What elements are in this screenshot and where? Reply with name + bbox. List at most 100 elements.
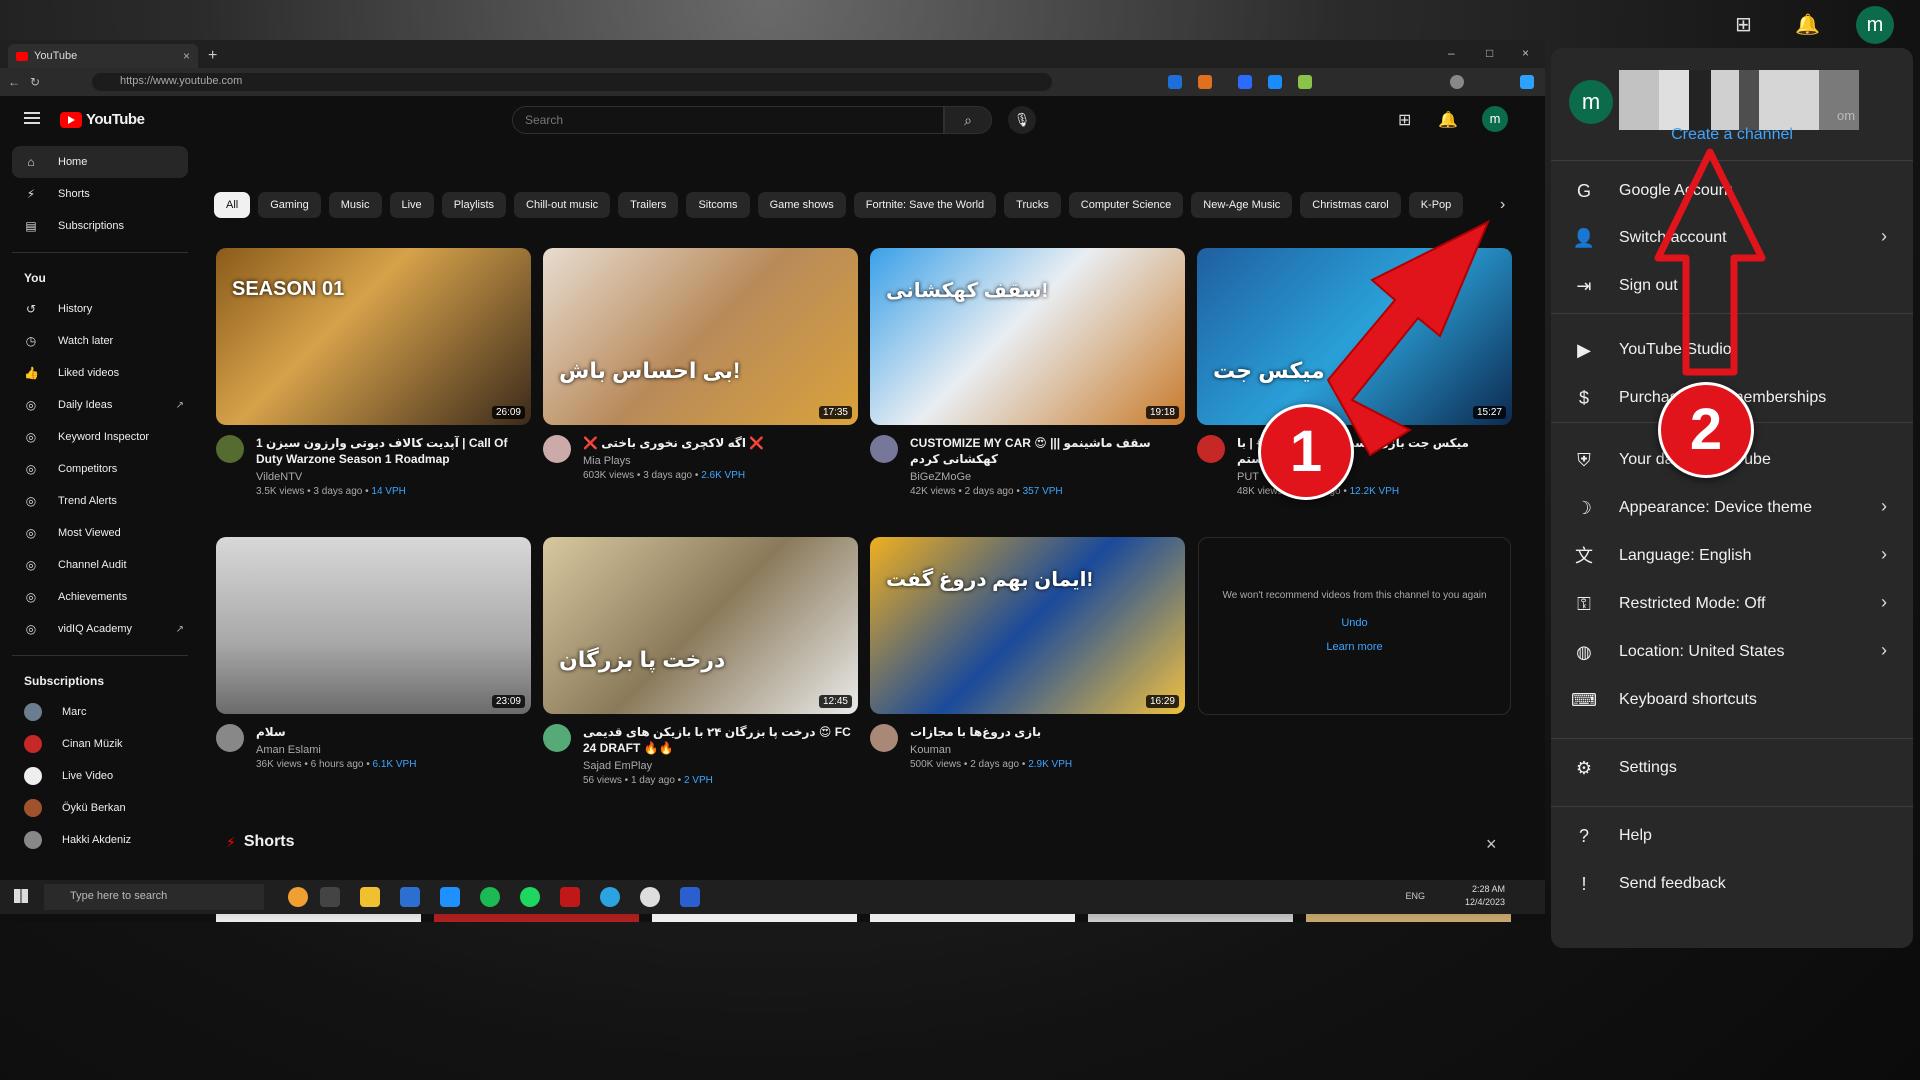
video-title[interactable]: 1 آپدیت کالاف دیوتی وارزون سیزن | Call O… — [256, 435, 531, 467]
channel-name[interactable]: Sajad EmPlay — [583, 760, 858, 772]
account-avatar-button[interactable]: m — [1856, 6, 1894, 44]
sidebar-subscription[interactable]: Öykü Berkan — [0, 792, 200, 824]
menu-icon[interactable] — [24, 112, 40, 124]
channel-name[interactable]: Aman Eslami — [256, 744, 531, 756]
media-player-icon[interactable] — [640, 887, 660, 907]
video-thumbnail[interactable]: میکس جت 15:27 — [1197, 248, 1512, 425]
close-window-button[interactable]: × — [1522, 46, 1529, 60]
channel-name[interactable]: Kouman — [910, 744, 1185, 756]
channel-avatar[interactable] — [870, 724, 898, 752]
video-thumbnail[interactable]: 23:09 — [216, 537, 531, 714]
extension-icon[interactable] — [1198, 75, 1212, 89]
video-card[interactable]: سقف کهکشانی! 19:18 CUSTOMIZE MY CAR 😍 ||| … — [870, 248, 1185, 505]
channel-name[interactable]: BiGeZMoGe — [910, 471, 1185, 483]
chip-game-shows[interactable]: Game shows — [757, 192, 846, 218]
notifications-icon[interactable]: 🔔 — [1438, 110, 1458, 130]
chip-fortnite-save-the-world[interactable]: Fortnite: Save the World — [853, 192, 997, 218]
sidebar-item-history[interactable]: ↺ History — [0, 293, 200, 325]
store-icon[interactable] — [400, 887, 420, 907]
menu-item-restricted-mode-off[interactable]: ⚿ Restricted Mode: Off › — [1551, 584, 1913, 624]
chip-computer-science[interactable]: Computer Science — [1068, 192, 1184, 218]
menu-item-sign-out[interactable]: ⇥ Sign out — [1551, 266, 1913, 306]
video-thumbnail[interactable]: ایمان بهم دروغ گفت! 16:29 — [870, 537, 1185, 714]
sidebar-item-watch-later[interactable]: ◷ Watch later — [0, 325, 200, 357]
sidebar-item-most-viewed[interactable]: ◎ Most Viewed — [0, 517, 200, 549]
video-title[interactable]: درخت پا بزرگان ۲۴ با بازیکن های قدیمی 😍 … — [583, 724, 858, 756]
close-shorts-icon[interactable]: × — [1486, 834, 1497, 855]
maximize-button[interactable]: □ — [1486, 46, 1493, 60]
chip-sitcoms[interactable]: Sitcoms — [686, 192, 750, 218]
video-card[interactable]: ایمان بهم دروغ گفت! 16:29 بازی دروغ‌ها با … — [870, 537, 1185, 794]
chip-trailers[interactable]: Trailers — [618, 192, 679, 218]
taskbar-app-icon[interactable] — [288, 887, 308, 907]
sidebar-subscription[interactable]: Live Video — [0, 760, 200, 792]
language-indicator[interactable]: ENG — [1405, 891, 1425, 901]
voice-search-button[interactable]: 🎙 — [1008, 106, 1036, 134]
windows-start-icon[interactable] — [14, 889, 28, 903]
chip-k-pop[interactable]: K-Pop — [1408, 192, 1464, 218]
menu-item-switch-account[interactable]: 👤 Switch account › — [1551, 218, 1913, 258]
taskbar-search-input[interactable]: Type here to search — [44, 884, 264, 910]
video-title[interactable]: ❌ اگه لاکچری نخوری باختی ❌ — [583, 435, 858, 451]
sidebar-item-channel-audit[interactable]: ◎ Channel Audit — [0, 549, 200, 581]
chip-playlists[interactable]: Playlists — [441, 192, 507, 218]
menu-item-appearance-device-theme[interactable]: ☽ Appearance: Device theme › — [1551, 488, 1913, 528]
chip-music[interactable]: Music — [328, 192, 382, 218]
youtube-logo[interactable]: YouTube — [60, 111, 145, 128]
menu-item-help[interactable]: ? Help — [1551, 816, 1913, 856]
video-thumbnail[interactable]: SEASON 01 26:09 — [216, 248, 531, 425]
undo-link[interactable]: Undo — [1199, 617, 1510, 629]
sidebar-item-competitors[interactable]: ◎ Competitors — [0, 453, 200, 485]
video-thumbnail[interactable]: سقف کهکشانی! 19:18 — [870, 248, 1185, 425]
menu-item-send-feedback[interactable]: ! Send feedback — [1551, 864, 1913, 904]
menu-item-settings[interactable]: ⚙ Settings — [1551, 748, 1913, 788]
learn-more-link[interactable]: Learn more — [1199, 641, 1510, 653]
menu-item-google-account[interactable]: G Google Account — [1551, 171, 1913, 211]
channel-avatar[interactable] — [1197, 435, 1225, 463]
video-card[interactable]: درخت پا بزرگان 12:45 درخت پا بزرگان ۲۴ با … — [543, 537, 858, 794]
sidebar-item-home[interactable]: ⌂ Home — [12, 146, 188, 178]
menu-item-youtube-studio[interactable]: ▶ YouTube Studio — [1551, 330, 1913, 370]
task-view-icon[interactable] — [320, 887, 340, 907]
word-icon[interactable] — [680, 887, 700, 907]
sidebar-item-subscriptions[interactable]: ▤ Subscriptions — [0, 210, 200, 242]
chip-christmas-carol[interactable]: Christmas carol — [1300, 192, 1401, 218]
video-card[interactable]: SEASON 01 26:09 1 آپدیت کالاف دیوتی وارزون… — [216, 248, 531, 505]
create-channel-link[interactable]: Create a channel — [1551, 126, 1913, 144]
address-field[interactable]: https://www.youtube.com — [92, 73, 1052, 91]
channel-avatar[interactable] — [543, 435, 571, 463]
sidebar-item-keyword-inspector[interactable]: ◎ Keyword Inspector — [0, 421, 200, 453]
channel-avatar[interactable] — [543, 724, 571, 752]
chip-new-age-music[interactable]: New-Age Music — [1191, 192, 1293, 218]
sidebar-subscription[interactable]: Hakki Akdeniz — [0, 824, 200, 856]
sidebar-subscription[interactable]: Cinan Müzik — [0, 728, 200, 760]
create-icon[interactable]: ⊞ — [1735, 12, 1752, 37]
chip-gaming[interactable]: Gaming — [258, 192, 321, 218]
chip-chill-out-music[interactable]: Chill-out music — [514, 192, 611, 218]
profile-icon[interactable] — [1450, 75, 1464, 89]
menu-item-location-united-states[interactable]: ◍ Location: United States › — [1551, 632, 1913, 672]
search-input[interactable]: Search — [512, 106, 944, 134]
chip-trucks[interactable]: Trucks — [1004, 192, 1061, 218]
sidebar-item-achievements[interactable]: ◎ Achievements — [0, 581, 200, 613]
channel-avatar[interactable] — [216, 435, 244, 463]
video-title[interactable]: CUSTOMIZE MY CAR 😍 ||| سقف ماشینمو کهکشا… — [910, 435, 1185, 467]
search-button[interactable]: ⌕ — [944, 106, 992, 134]
create-icon[interactable]: ⊞ — [1398, 110, 1411, 130]
video-card[interactable]: میکس جت 15:27 میکس جت بازی وسط کلاس درس 😂 … — [1197, 248, 1512, 505]
sidebar-subscription[interactable]: Marc — [0, 696, 200, 728]
channel-avatar[interactable] — [216, 724, 244, 752]
video-thumbnail[interactable]: درخت پا بزرگان 12:45 — [543, 537, 858, 714]
tab-close-icon[interactable]: × — [183, 49, 190, 63]
video-title[interactable]: بازی دروغ‌ها با مجازات — [910, 724, 1185, 740]
sidebar-item-shorts[interactable]: ⚡ Shorts — [0, 178, 200, 210]
opera-icon[interactable] — [560, 887, 580, 907]
channel-name[interactable]: VildeNTV — [256, 471, 531, 483]
sidebar-item-daily-ideas[interactable]: ◎ Daily Ideas ↗ — [0, 389, 200, 421]
reload-icon[interactable]: ↻ — [30, 75, 40, 89]
extension-icon[interactable] — [1298, 75, 1312, 89]
back-icon[interactable]: ← — [8, 75, 20, 89]
extension-icon[interactable] — [1168, 75, 1182, 89]
notifications-icon[interactable]: 🔔 — [1795, 12, 1820, 37]
sidebar-you-heading[interactable]: You — [0, 263, 200, 293]
